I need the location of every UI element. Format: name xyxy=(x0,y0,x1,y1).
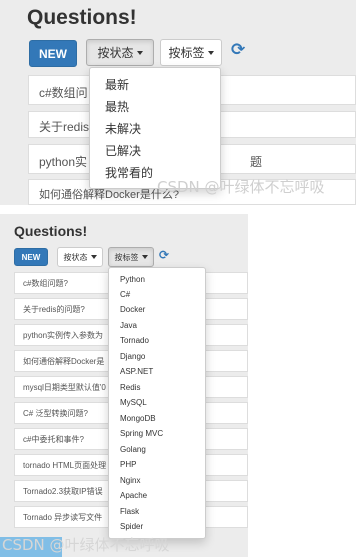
watermark: CSDN @叶绿体不忘呼吸 xyxy=(157,178,325,196)
filter-by-status-button[interactable]: 按状态 xyxy=(57,247,103,267)
watermark: CSDN @叶绿体不忘呼吸 xyxy=(2,536,170,554)
refresh-icon[interactable]: ⟳ xyxy=(231,40,245,60)
filter-by-status-label: 按状态 xyxy=(63,252,88,262)
caret-down-icon xyxy=(207,50,214,55)
page-title: Questions! xyxy=(27,6,137,29)
tag-option[interactable]: Tornado xyxy=(109,336,205,345)
tag-option[interactable]: Python xyxy=(109,275,205,284)
tag-option[interactable]: Spring MVC xyxy=(109,429,205,438)
tag-option[interactable]: MySQL xyxy=(109,398,205,407)
bottom-panel: Questions! NEW 按状态 按标签 ⟳ c#数组问题? 关于redis… xyxy=(0,214,248,557)
tag-option[interactable]: Redis xyxy=(109,383,205,392)
status-option-unresolved[interactable]: 未解决 xyxy=(90,120,220,137)
tag-dropdown-menu: Python C# Docker Java Tornado Django ASP… xyxy=(108,267,206,539)
filter-by-tag-button[interactable]: 按标签 xyxy=(108,247,154,267)
filter-by-tag-button[interactable]: 按标签 xyxy=(160,39,222,66)
page-title: Questions! xyxy=(14,223,88,239)
new-button[interactable]: NEW xyxy=(14,248,48,266)
status-dropdown-menu: 最新 最热 未解决 已解决 我常看的 xyxy=(89,67,221,189)
filter-by-status-button[interactable]: 按状态 xyxy=(86,39,154,66)
status-option-newest[interactable]: 最新 xyxy=(90,76,220,93)
refresh-icon[interactable]: ⟳ xyxy=(159,248,169,262)
tag-option[interactable]: Docker xyxy=(109,305,205,314)
caret-down-icon xyxy=(141,255,148,259)
filter-by-status-label: 按状态 xyxy=(97,46,134,60)
status-option-hottest[interactable]: 最热 xyxy=(90,98,220,115)
caret-down-icon xyxy=(90,255,97,259)
new-button[interactable]: NEW xyxy=(29,40,77,67)
filter-by-tag-label: 按标签 xyxy=(168,46,205,60)
top-panel: Questions! NEW 按状态 按标签 ⟳ c#数组问 关于redis p… xyxy=(0,0,356,205)
tag-option[interactable]: ASP.NET xyxy=(109,367,205,376)
filter-by-tag-label: 按标签 xyxy=(114,252,139,262)
tag-option[interactable]: PHP xyxy=(109,460,205,469)
tag-option[interactable]: Nginx xyxy=(109,476,205,485)
tag-option[interactable]: Java xyxy=(109,321,205,330)
tag-option[interactable]: Django xyxy=(109,352,205,361)
tag-option[interactable]: Spider xyxy=(109,522,205,531)
status-option-resolved[interactable]: 已解决 xyxy=(90,142,220,159)
tag-option[interactable]: Apache xyxy=(109,491,205,500)
tag-option[interactable]: Flask xyxy=(109,507,205,516)
tag-option[interactable]: Golang xyxy=(109,445,205,454)
tag-option[interactable]: C# xyxy=(109,290,205,299)
caret-down-icon xyxy=(136,50,143,55)
tag-option[interactable]: MongoDB xyxy=(109,414,205,423)
